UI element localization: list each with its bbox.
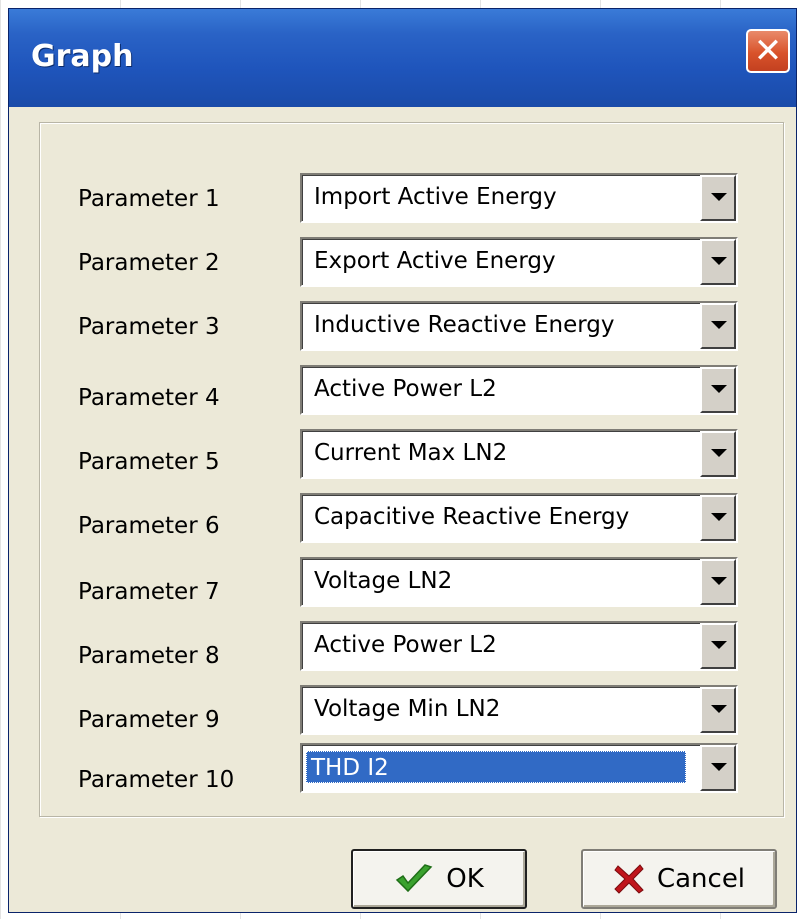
- parameter-row-3: Parameter 3 Inductive Reactive Energy: [40, 301, 785, 351]
- select-value: Export Active Energy: [314, 248, 556, 274]
- select-value: THD I2: [306, 751, 686, 783]
- parameter-1-select[interactable]: Import Active Energy: [300, 173, 738, 223]
- parameter-4-select[interactable]: Active Power L2: [300, 365, 738, 415]
- parameter-9-select[interactable]: Voltage Min LN2: [300, 685, 738, 735]
- ok-label: OK: [446, 864, 484, 894]
- dropdown-arrow-icon[interactable]: [700, 303, 736, 349]
- select-value: Active Power L2: [314, 376, 497, 402]
- dialog-body: Parameter 1 Import Active Energy Paramet…: [9, 107, 796, 912]
- parameter-7-select[interactable]: Voltage LN2: [300, 557, 738, 607]
- title-bar[interactable]: Graph ✕: [9, 9, 796, 107]
- cancel-label: Cancel: [656, 864, 746, 894]
- select-value: Capacitive Reactive Energy: [314, 504, 630, 530]
- parameter-label: Parameter 9: [78, 707, 220, 733]
- parameter-label: Parameter 3: [78, 314, 220, 340]
- dropdown-arrow-icon[interactable]: [700, 175, 736, 221]
- select-value: Inductive Reactive Energy: [314, 312, 615, 338]
- parameter-label: Parameter 6: [78, 513, 220, 539]
- select-value: Voltage LN2: [314, 568, 453, 594]
- parameter-row-1: Parameter 1 Import Active Energy: [40, 173, 785, 223]
- parameter-8-select[interactable]: Active Power L2: [300, 621, 738, 671]
- parameter-row-8: Parameter 8 Active Power L2: [40, 621, 785, 671]
- parameter-label: Parameter 1: [78, 186, 220, 212]
- cancel-button[interactable]: Cancel: [581, 849, 777, 909]
- parameter-row-6: Parameter 6 Capacitive Reactive Energy: [40, 493, 785, 543]
- parameter-5-select[interactable]: Current Max LN2: [300, 429, 738, 479]
- parameter-group: Parameter 1 Import Active Energy Paramet…: [39, 122, 784, 817]
- select-value: Import Active Energy: [314, 184, 557, 210]
- parameter-row-9: Parameter 9 Voltage Min LN2: [40, 685, 785, 735]
- parameter-row-5: Parameter 5 Current Max LN2: [40, 429, 785, 479]
- close-icon: ✕: [753, 31, 783, 71]
- dialog-title: Graph: [31, 39, 134, 74]
- parameter-label: Parameter 5: [78, 449, 220, 475]
- checkmark-icon: [394, 863, 434, 895]
- parameter-row-7: Parameter 7 Voltage LN2: [40, 557, 785, 607]
- dropdown-arrow-icon[interactable]: [700, 745, 736, 791]
- select-value: Active Power L2: [314, 632, 497, 658]
- dropdown-arrow-icon[interactable]: [700, 367, 736, 413]
- parameter-label: Parameter 8: [78, 643, 220, 669]
- select-value: Current Max LN2: [314, 440, 508, 466]
- parameter-2-select[interactable]: Export Active Energy: [300, 237, 738, 287]
- parameter-row-2: Parameter 2 Export Active Energy: [40, 237, 785, 287]
- dropdown-arrow-icon[interactable]: [700, 687, 736, 733]
- parameter-label: Parameter 2: [78, 250, 220, 276]
- parameter-label: Parameter 7: [78, 579, 220, 605]
- parameter-label: Parameter 4: [78, 385, 220, 411]
- parameter-3-select[interactable]: Inductive Reactive Energy: [300, 301, 738, 351]
- close-button[interactable]: ✕: [746, 29, 790, 73]
- dropdown-arrow-icon[interactable]: [700, 431, 736, 477]
- dropdown-arrow-icon[interactable]: [700, 495, 736, 541]
- parameter-row-4: Parameter 4 Active Power L2: [40, 365, 785, 415]
- parameter-row-10: Parameter 10 THD I2: [40, 743, 785, 793]
- red-x-icon: [613, 863, 645, 895]
- parameter-10-select[interactable]: THD I2: [300, 743, 738, 793]
- select-value: Voltage Min LN2: [314, 696, 501, 722]
- graph-dialog: Graph ✕ Parameter 1 Import Active Energy…: [8, 8, 797, 913]
- dropdown-arrow-icon[interactable]: [700, 239, 736, 285]
- parameter-6-select[interactable]: Capacitive Reactive Energy: [300, 493, 738, 543]
- dropdown-arrow-icon[interactable]: [700, 559, 736, 605]
- parameter-label: Parameter 10: [78, 767, 235, 793]
- ok-button[interactable]: OK: [351, 849, 527, 909]
- dropdown-arrow-icon[interactable]: [700, 623, 736, 669]
